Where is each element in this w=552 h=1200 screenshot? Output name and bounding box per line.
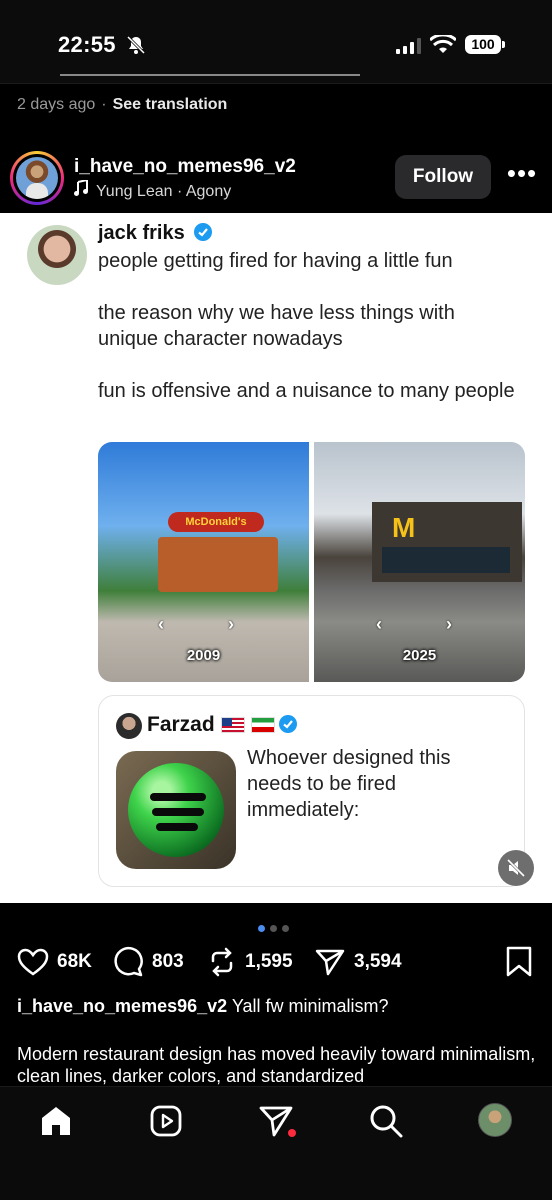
caption-username[interactable]: i_have_no_memes96_v2: [17, 996, 227, 1016]
follow-button[interactable]: Follow: [395, 155, 491, 199]
mcdonalds-sign: McDonald's: [168, 512, 264, 532]
mute-button[interactable]: [498, 850, 534, 886]
see-translation-link[interactable]: See translation: [113, 96, 228, 113]
post-actions: 68K 803 1,595 3,594: [0, 944, 552, 980]
profile-avatar[interactable]: [478, 1103, 512, 1137]
repost-icon: [211, 947, 233, 977]
status-time: 22:55: [58, 32, 116, 57]
caption-text: Yall fw minimalism?: [231, 996, 389, 1016]
post-username[interactable]: i_have_no_memes96_v2: [74, 156, 296, 178]
meta-separator: ·: [101, 96, 107, 113]
share-button[interactable]: 3,594: [314, 944, 402, 980]
battery-nub: [502, 41, 505, 48]
music-track[interactable]: Yung Lean · Agony: [74, 180, 231, 201]
like-count: 68K: [57, 951, 92, 972]
share-count: 3,594: [354, 951, 402, 972]
golden-arches-logo: M: [392, 512, 416, 543]
avatar-border: [13, 154, 61, 202]
disco-ball: [128, 763, 224, 857]
comment-button[interactable]: 803: [112, 944, 184, 980]
quote-author: Farzad: [147, 713, 297, 737]
heart-icon: [17, 948, 49, 976]
tweet-paragraph: people getting fired for having a little…: [98, 250, 453, 272]
image-year-label: 2009: [186, 647, 221, 664]
tweet-avatar: [27, 225, 87, 285]
quoted-tweet: Farzad Whoever designed this needs to be…: [98, 695, 525, 887]
us-flag-icon: [220, 717, 245, 733]
tweet-paragraph: the reason why we have less things with …: [98, 302, 455, 350]
spotify-wave: [150, 793, 206, 801]
carousel-dot-active: [258, 925, 265, 932]
wifi-icon: [430, 35, 456, 53]
bell-slash-icon: [126, 35, 146, 55]
spotify-wave: [156, 823, 198, 831]
tweet-body: people getting fired for having a little…: [98, 248, 518, 430]
tweet-author-name: jack friks: [98, 222, 185, 244]
reels-icon[interactable]: [148, 1103, 184, 1139]
post-time: 2 days ago: [17, 96, 96, 113]
carousel-indicator: [258, 919, 294, 937]
verified-badge-icon: [194, 223, 213, 241]
old-restaurant-building: [158, 537, 278, 592]
repost-button[interactable]: 1,595: [207, 944, 293, 980]
like-button[interactable]: 68K: [17, 944, 92, 980]
carousel-dot: [282, 925, 289, 932]
send-icon: [315, 949, 345, 976]
speaker-muted-icon: [506, 858, 526, 878]
street-view-right-arrow: ›: [446, 614, 452, 634]
post-caption: i_have_no_memes96_v2 Yall fw minimalism?: [17, 995, 537, 1018]
quote-avatar: [116, 713, 142, 739]
bookmark-icon[interactable]: [505, 946, 533, 978]
music-label: Yung Lean · Agony: [96, 183, 232, 200]
tweet-image-2025: M ‹ › 2025: [314, 442, 525, 682]
battery-indicator: 100: [465, 35, 501, 54]
tweet-image-2009: McDonald's ‹ › 2009: [98, 442, 309, 682]
notification-dot: [288, 1129, 296, 1137]
signal-icon: [396, 38, 421, 54]
street-view-left-arrow: ‹: [158, 614, 164, 634]
more-options-icon[interactable]: •••: [505, 160, 539, 192]
caption-body: Modern restaurant design has moved heavi…: [17, 1044, 536, 1086]
street-view-right-arrow: ›: [228, 614, 234, 634]
home-icon[interactable]: [38, 1103, 74, 1139]
status-bar: 22:55 100: [0, 0, 552, 84]
truncated-previous-text: [60, 72, 360, 78]
iran-flag-icon: [250, 717, 275, 733]
verified-badge-icon: [278, 715, 297, 733]
repost-count: 1,595: [245, 951, 293, 972]
music-note-icon: [74, 180, 88, 196]
quote-author-name: Farzad: [147, 713, 215, 736]
restaurant-windows: [382, 547, 510, 573]
quote-text: Whoever designed this needs to be fired …: [247, 747, 451, 821]
comment-count: 803: [152, 951, 184, 972]
comment-icon: [114, 946, 143, 977]
post-header: i_have_no_memes96_v2 Yung Lean · Agony F…: [0, 144, 552, 212]
street-view-left-arrow: ‹: [376, 614, 382, 634]
search-icon[interactable]: [368, 1103, 404, 1139]
story-ring[interactable]: [10, 151, 64, 205]
spotify-wave: [152, 808, 204, 816]
avatar: [16, 157, 58, 199]
tweet-author: jack friks: [98, 222, 213, 245]
post-meta: 2 days ago · See translation: [17, 96, 227, 114]
bottom-navigation: [0, 1086, 552, 1200]
carousel-dot: [270, 925, 277, 932]
disco-spotify-icon: [116, 751, 236, 869]
image-year-label: 2025: [402, 647, 437, 664]
tweet-paragraph: fun is offensive and a nuisance to many …: [98, 380, 515, 402]
post-media[interactable]: jack friks people getting fired for havi…: [0, 213, 552, 903]
